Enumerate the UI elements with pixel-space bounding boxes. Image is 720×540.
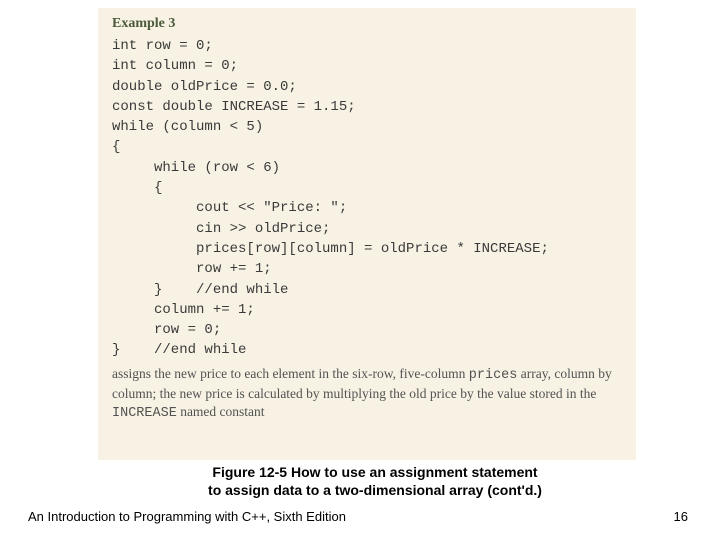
code-line: int row = 0; [112,36,622,56]
code-line: row += 1; [112,259,622,279]
code-line: cin >> oldPrice; [112,219,622,239]
code-line: column += 1; [112,300,622,320]
code-line: row = 0; [112,320,622,340]
code-line: double oldPrice = 0.0; [112,77,622,97]
code-line: cout << "Price: "; [112,198,622,218]
footer-book-title: An Introduction to Programming with C++,… [28,509,346,524]
code-line: while (row < 6) [112,158,622,178]
page-number: 16 [674,509,688,524]
code-line: { [112,178,622,198]
code-line: { [112,137,622,157]
code-line: prices[row][column] = oldPrice * INCREAS… [112,239,622,259]
figure-caption: Figure 12-5 How to use an assignment sta… [145,464,605,499]
code-line: while (column < 5) [112,117,622,137]
code-line: const double INCREASE = 1.15; [112,97,622,117]
code-line: } //end while [112,340,622,360]
code-line: int column = 0; [112,56,622,76]
code-example-panel: Example 3 int row = 0; int column = 0; d… [98,8,636,460]
example-header: Example 3 [112,16,622,32]
code-description: assigns the new price to each element in… [112,365,622,424]
code-line: } //end while [112,280,622,300]
